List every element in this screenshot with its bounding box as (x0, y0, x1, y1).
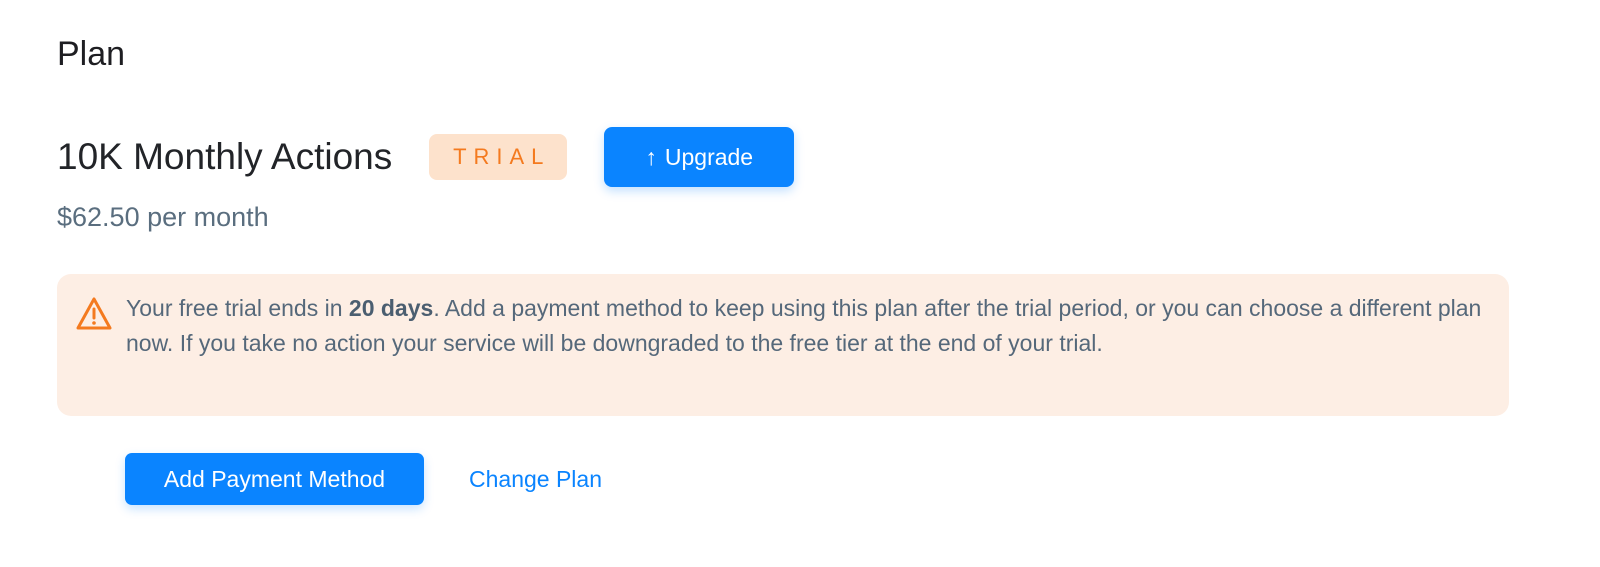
arrow-up-icon: ↑ (645, 143, 657, 170)
warning-triangle-icon (75, 296, 113, 332)
plan-header-row: 10K Monthly Actions TRIAL ↑ Upgrade (57, 127, 795, 187)
add-payment-method-button[interactable]: Add Payment Method (125, 453, 424, 505)
alert-days: 20 days (348, 295, 434, 321)
upgrade-button[interactable]: ↑ Upgrade (604, 127, 795, 187)
trial-badge: TRIAL (429, 134, 568, 180)
alert-text-before: Your free trial ends in (126, 295, 349, 321)
plan-page: Plan 10K Monthly Actions TRIAL ↑ Upgrade… (0, 0, 1600, 567)
plan-name: 10K Monthly Actions (57, 136, 393, 177)
section-title: Plan (57, 35, 126, 73)
alert-message: Your free trial ends in 20 days. Add a p… (126, 291, 1486, 361)
upgrade-button-label: Upgrade (664, 143, 754, 170)
plan-actions: Add Payment Method Change Plan (125, 453, 602, 505)
plan-price: $62.50 per month (57, 202, 269, 232)
trial-alert: Your free trial ends in 20 days. Add a p… (57, 274, 1509, 416)
change-plan-link[interactable]: Change Plan (469, 466, 602, 493)
